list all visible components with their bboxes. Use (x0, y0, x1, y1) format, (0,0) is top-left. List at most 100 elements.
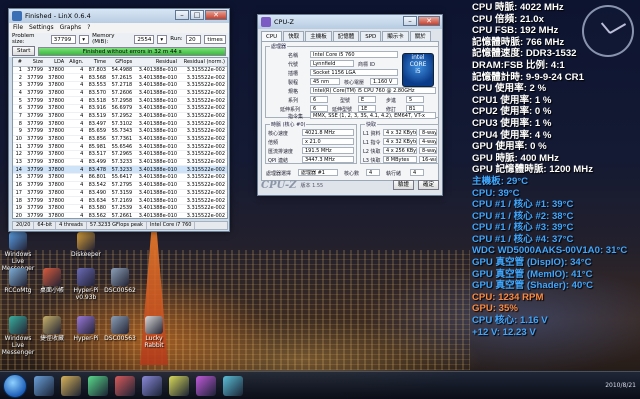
taskbar-app-icon[interactable] (223, 376, 243, 396)
table-cell: 37800 (45, 196, 67, 205)
menu-file[interactable]: File (13, 24, 23, 32)
desktop-icon[interactable]: DSC00562 (103, 268, 137, 294)
desktop-icon[interactable]: 桌面小帳 (35, 268, 69, 294)
desktop-icon[interactable]: Hyper-Pi (69, 316, 103, 342)
ok-button[interactable]: 確定 (417, 180, 439, 190)
cpuz-window[interactable]: CPU-Z – ✕ CPU 快取 主機板 記憶體 SPD 顯示卡 關於 處理器 … (257, 14, 443, 196)
taskbar-app-icon[interactable] (88, 376, 108, 396)
table-cell: 4 (66, 104, 86, 113)
tab-cpu[interactable]: CPU (261, 31, 283, 41)
run-unit-select[interactable]: times (204, 34, 226, 44)
desktop-icon[interactable]: RCCoMtg (1, 268, 35, 294)
problem-size-field[interactable]: 37799 (50, 34, 77, 44)
memory-spinner[interactable]: ▾ (157, 34, 168, 44)
table-row[interactable]: 14 37799 37800 4 83.478 57.3233 3.401388e-010 3… (13, 165, 227, 175)
column-header[interactable]: # (13, 58, 24, 67)
table-cell: 3.401388e-010 (134, 150, 180, 159)
table-cell: 3.401388e-010 (134, 96, 180, 105)
table-cell: 57.2606 (108, 89, 135, 98)
status-threads: 4 threads (56, 222, 87, 229)
minimize-button[interactable]: – (175, 10, 189, 20)
table-row[interactable]: 15 37799 37800 4 86.801 55.6417 3.401388e-010 3… (13, 173, 227, 182)
taskbar-app-icon[interactable] (34, 376, 54, 396)
desktop-icon[interactable]: 捷徑收藏 (35, 316, 69, 342)
taskbar-app-icon[interactable] (196, 376, 216, 396)
table-cell: 4 (66, 81, 86, 90)
table-row[interactable]: 8 37799 37800 4 83.497 57.3102 3.401388e-010 3.… (13, 119, 227, 128)
table-row[interactable]: 11 37799 37800 4 85.981 55.6546 3.401388e-010 3… (13, 142, 227, 152)
table-row[interactable]: 16 37799 37800 4 83.542 57.2795 3.401388e-010 3… (13, 181, 227, 190)
menu-graphs[interactable]: Graphs (60, 24, 82, 32)
table-row[interactable]: 12 37799 37800 4 83.517 57.2965 3.401388e-010 3… (13, 150, 227, 159)
minimize-button[interactable]: – (403, 16, 417, 26)
table-row[interactable]: 2 37799 37800 4 83.568 57.2615 3.401388e-010 3.… (13, 73, 227, 82)
cores-label: 核心數 (344, 171, 360, 177)
table-row[interactable]: 7 37799 37800 4 83.519 57.2952 3.401388e-010 3.… (13, 112, 227, 121)
table-row[interactable]: 10 37799 37800 4 83.856 57.7361 3.401388e-010 3… (13, 135, 227, 144)
validate-button[interactable]: 驗證 (392, 180, 414, 190)
table-row[interactable]: 3 37799 37800 4 83.553 57.2718 3.401388e-010 3.… (13, 81, 227, 90)
column-header[interactable]: Residual (134, 58, 180, 67)
app-icon (77, 316, 95, 334)
tab-graphics[interactable]: 顯示卡 (382, 31, 409, 41)
table-cell: 11 (13, 142, 24, 152)
tab-about[interactable]: 關於 (409, 31, 431, 41)
taskbar-app-icon[interactable] (115, 376, 135, 396)
tab-memory[interactable]: 記憶體 (332, 31, 360, 41)
table-cell: 3.315522e-002 (179, 165, 227, 175)
maximize-button[interactable]: □ (190, 10, 204, 20)
table-row[interactable]: 4 37799 37800 4 83.570 57.2606 3.401388e-010 3.… (13, 89, 227, 98)
taskbar-app-icon[interactable] (169, 376, 189, 396)
cpuz-titlebar[interactable]: CPU-Z – ✕ (258, 15, 442, 29)
table-row[interactable]: 17 37799 37800 4 83.490 57.3159 3.401388e-010 3… (13, 189, 227, 198)
menu-help[interactable]: ? (87, 24, 90, 32)
taskbar-app-icon[interactable] (142, 376, 162, 396)
desktop-icon[interactable]: Hyper-Pi v0.93b (69, 268, 103, 301)
table-cell: 4 (66, 89, 86, 98)
menu-settings[interactable]: Settings (29, 24, 54, 32)
column-header[interactable]: LDA (45, 58, 67, 67)
selection-label: 處理器選擇 (266, 171, 292, 177)
table-row[interactable]: 9 37799 37800 4 85.659 55.7343 3.401388e-010 3.… (13, 127, 227, 136)
table-cell: 3.315522e-002 (179, 104, 227, 113)
desktop-icon[interactable]: Diskeeper (69, 232, 103, 258)
start-button[interactable]: Start (12, 46, 36, 56)
column-header[interactable]: Align. (66, 58, 86, 67)
table-cell: 37800 (45, 119, 67, 128)
table-row[interactable]: 20 37799 37800 4 83.562 57.2661 3.401388e-010 3… (13, 212, 227, 218)
table-row[interactable]: 19 37799 37800 4 83.580 57.2539 3.401388e-010 3… (13, 204, 227, 213)
table-row[interactable]: 13 37799 37800 4 83.499 57.3233 3.401388e-010 3… (13, 158, 227, 167)
table-row[interactable]: 6 37799 37800 4 83.916 56.6979 3.401388e-010 3.… (13, 104, 227, 113)
results-table[interactable]: # Size LDA Align. Time GFlops Residual Residual… (12, 57, 228, 219)
close-button[interactable]: ✕ (418, 16, 440, 26)
column-header[interactable]: Residual (norm.) (179, 58, 227, 67)
desktop-icon[interactable]: DSC00563 (103, 316, 137, 342)
tab-mainboard[interactable]: 主機板 (305, 31, 332, 41)
desktop-icon[interactable]: Windows Live Messenger (1, 316, 35, 356)
tab-spd[interactable]: SPD (360, 31, 382, 41)
table-cell: 37800 (45, 135, 67, 144)
taskbar-app-icon[interactable] (61, 376, 81, 396)
column-header[interactable]: Time (85, 58, 109, 67)
problem-size-spinner[interactable]: ▾ (79, 34, 90, 44)
table-cell: 37799 (23, 66, 46, 75)
run-count-field[interactable]: 20 (185, 34, 202, 44)
tab-cache[interactable]: 快取 (283, 31, 305, 41)
column-header[interactable]: GFlops (108, 58, 135, 67)
memory-field[interactable]: 2554 (134, 34, 155, 44)
desktop-icon[interactable]: Windows Live Messenger (1, 232, 35, 272)
table-row[interactable]: 5 37799 37800 4 83.518 57.2958 3.401388e-010 3.… (13, 96, 227, 105)
memory-label: Memory (MiB): (92, 33, 115, 45)
linx-window[interactable]: Finished - LinX 0.6.4 – □ ✕ File Setting… (8, 8, 230, 232)
table-row[interactable]: 18 37799 37800 4 83.634 57.2169 3.401388e-010 3… (13, 196, 227, 205)
start-button-orb-icon[interactable] (3, 374, 27, 398)
table-cell: 37799 (23, 173, 46, 182)
table-cell: 83.568 (85, 73, 109, 82)
close-button[interactable]: ✕ (205, 10, 227, 20)
socket-label: 插槽 (288, 71, 299, 77)
column-header[interactable]: Size (23, 58, 46, 67)
linx-titlebar[interactable]: Finished - LinX 0.6.4 – □ ✕ (9, 9, 229, 23)
desktop-icon[interactable]: Lucky Rabbit (137, 316, 171, 349)
table-row[interactable]: 1 37799 37800 4 87.803 54.4988 3.401388e-010 3.… (13, 66, 227, 75)
processor-select[interactable]: 處理器 #1 (298, 169, 338, 176)
